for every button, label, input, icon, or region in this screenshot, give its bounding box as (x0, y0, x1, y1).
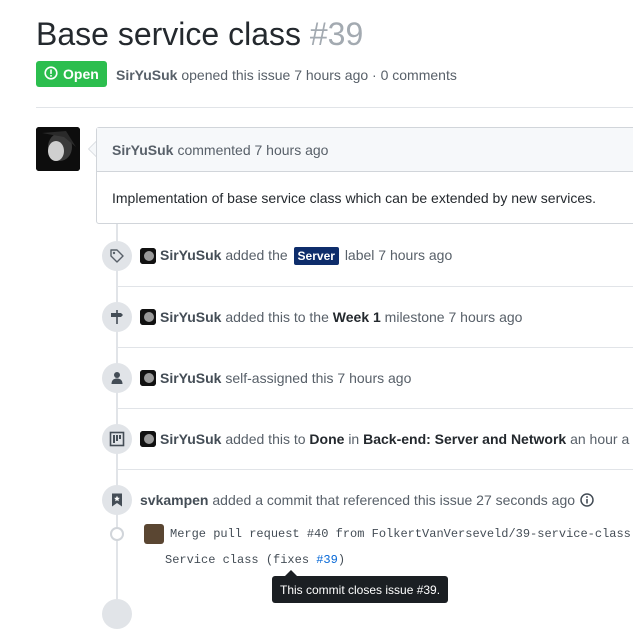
event-text: added this to the (225, 309, 329, 325)
event-text: milestone 7 hours ago (384, 309, 523, 325)
tooltip: This commit closes issue #39. (272, 576, 449, 603)
timeline-badge (102, 599, 132, 629)
info-icon[interactable] (580, 493, 594, 507)
avatar[interactable] (140, 431, 156, 447)
event-labeled: SirYuSuk added the Server label 7 hours … (102, 241, 633, 271)
event-divider (118, 408, 633, 409)
project-link[interactable]: Back-end: Server and Network (363, 431, 566, 447)
avatar[interactable] (36, 127, 80, 171)
event-referenced: svkampen added a commit that referenced … (102, 485, 633, 515)
event-divider (118, 469, 633, 470)
issue-author-link[interactable]: SirYuSuk (116, 67, 177, 83)
status-label: Open (63, 66, 99, 82)
comment-author-link[interactable]: SirYuSuk (112, 142, 173, 158)
timeline-line (116, 222, 118, 608)
status-badge: Open (36, 61, 107, 87)
milestone-link[interactable]: Week 1 (333, 309, 381, 325)
issue-opened-text: opened this issue 7 hours ago · 0 commen… (181, 67, 457, 83)
event-added-to-project: SirYuSuk added this to Done in Back-end:… (102, 424, 633, 454)
event-milestoned: SirYuSuk added this to the Week 1 milest… (102, 302, 633, 332)
issue-title-text: Base service class (36, 16, 301, 52)
comment-body: Implementation of base service class whi… (112, 190, 597, 206)
commit-desc-text: ) (337, 553, 346, 567)
event-text: added this to (225, 431, 306, 447)
event-text: added the (225, 247, 288, 263)
event-text: an hour a (570, 431, 630, 447)
milestone-icon (102, 302, 132, 332)
event-text: self-assigned this 7 hours ago (225, 370, 412, 386)
comment-header: SirYuSuk commented 7 hours ago (97, 128, 633, 172)
tag-icon (102, 241, 132, 271)
commit-message-link[interactable]: Merge pull request #40 from FolkertVanVe… (170, 527, 631, 541)
event-divider (118, 347, 633, 348)
project-column-name: Done (309, 431, 345, 447)
event-text: label 7 hours ago (344, 247, 453, 263)
person-icon (102, 363, 132, 393)
avatar[interactable] (140, 248, 156, 264)
commit-description: Service class (fixes #39) (165, 553, 345, 567)
avatar[interactable] (140, 309, 156, 325)
bookmark-icon (102, 485, 132, 515)
issue-number: #39 (309, 16, 364, 52)
issue-title: Base service class #39 (36, 14, 363, 54)
header-divider (36, 107, 633, 108)
event-actor-link[interactable]: svkampen (140, 492, 208, 508)
avatar[interactable] (140, 370, 156, 386)
commit-desc-text: Service class (fixes (165, 553, 317, 567)
avatar[interactable] (144, 524, 164, 544)
event-actor-link[interactable]: SirYuSuk (160, 431, 221, 447)
label-server[interactable]: Server (293, 247, 339, 265)
issue-reference-link[interactable]: #39 (316, 553, 338, 567)
issue-meta: SirYuSuk opened this issue 7 hours ago ·… (116, 66, 457, 84)
event-divider (118, 286, 633, 287)
event-actor-link[interactable]: SirYuSuk (160, 247, 221, 263)
comment-time[interactable]: commented 7 hours ago (177, 142, 328, 158)
comment-box: SirYuSuk commented 7 hours ago Implement… (96, 127, 633, 224)
issue-opened-icon (44, 65, 58, 83)
event-assigned: SirYuSuk self-assigned this 7 hours ago (102, 363, 633, 393)
event-text: in (348, 431, 360, 447)
event-text: added a commit that referenced this issu… (212, 492, 576, 508)
project-icon (102, 424, 132, 454)
commit-icon (110, 527, 124, 541)
event-actor-link[interactable]: SirYuSuk (160, 370, 221, 386)
commit-row: Merge pull request #40 from FolkertVanVe… (108, 522, 633, 546)
event-actor-link[interactable]: SirYuSuk (160, 309, 221, 325)
